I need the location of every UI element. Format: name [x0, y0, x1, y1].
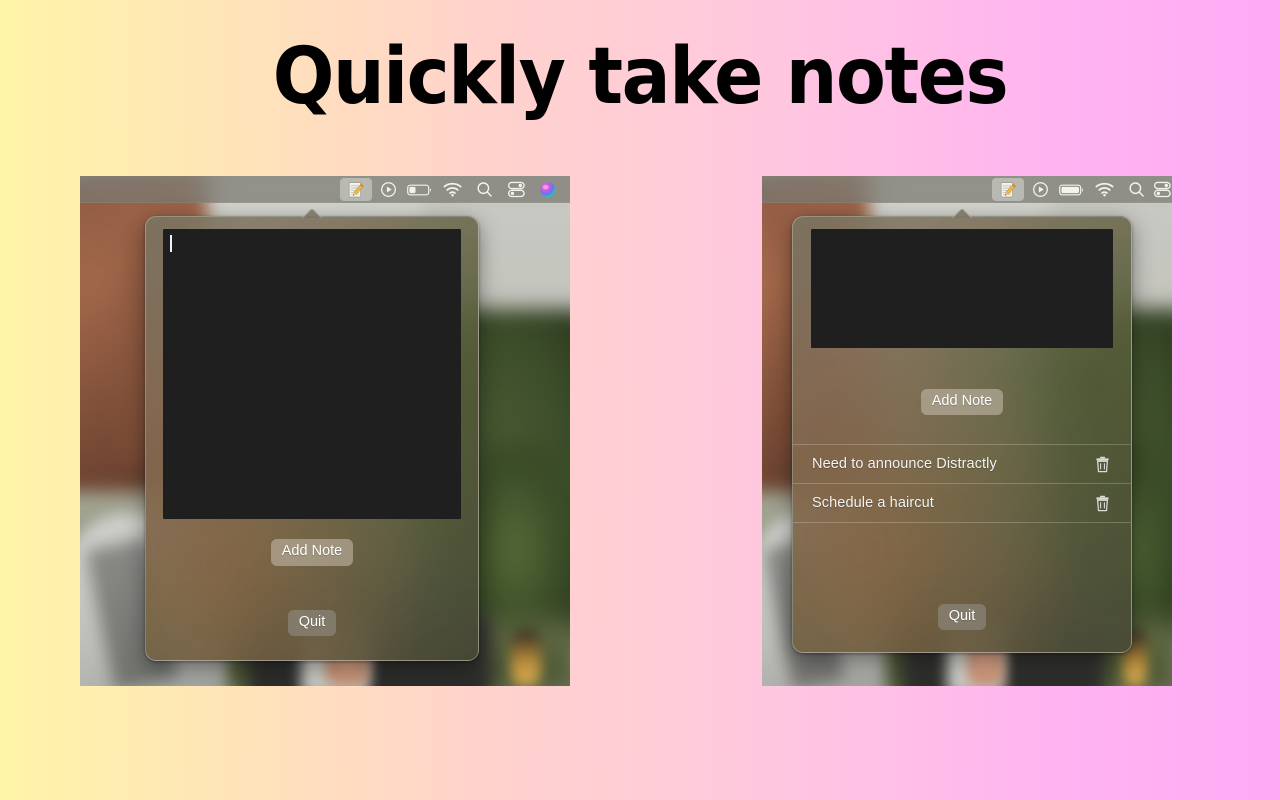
- control-center-icon: [1153, 181, 1172, 198]
- search-icon: [1128, 181, 1145, 198]
- play-circle-icon: [1032, 181, 1049, 198]
- add-note-button[interactable]: Add Note: [920, 389, 1004, 416]
- notes-list: Need to announce Distractly Schedule a h…: [793, 444, 1131, 524]
- add-note-button[interactable]: Add Note: [270, 539, 354, 566]
- page-title: Quickly take notes: [272, 32, 1009, 122]
- quit-button[interactable]: Quit: [937, 603, 987, 630]
- menubar-search-item[interactable]: [468, 178, 500, 201]
- wifi-icon: [1095, 182, 1114, 197]
- menubar-battery-item[interactable]: [404, 178, 436, 201]
- menubar-wifi-item[interactable]: [436, 178, 468, 201]
- notes-pencil-icon: [999, 181, 1017, 199]
- menubar-siri-item[interactable]: [532, 178, 564, 201]
- notes-popover-right: Add Note Need to announce Distractly Sch…: [792, 208, 1132, 653]
- battery-icon: [1059, 183, 1085, 197]
- macos-menu-bar-left: [80, 176, 570, 203]
- menubar-control-center-item[interactable]: [500, 178, 532, 201]
- menubar-search-item[interactable]: [1120, 178, 1152, 201]
- note-list-item[interactable]: Schedule a haircut: [793, 484, 1131, 524]
- wifi-icon: [443, 182, 462, 197]
- control-center-icon: [507, 181, 526, 198]
- macos-menu-bar-right: [762, 176, 1172, 203]
- menubar-notes-pencil-item[interactable]: [992, 178, 1024, 201]
- search-icon: [476, 181, 493, 198]
- trash-icon[interactable]: [1093, 454, 1111, 474]
- notes-pencil-icon: [347, 181, 365, 199]
- note-item-text: Schedule a haircut: [812, 495, 934, 512]
- battery-icon: [407, 183, 433, 197]
- menubar-now-playing-item[interactable]: [1024, 178, 1056, 201]
- menubar-now-playing-item[interactable]: [372, 178, 404, 201]
- note-item-text: Need to announce Distractly: [812, 456, 997, 473]
- note-text-input[interactable]: [811, 229, 1113, 348]
- menubar-wifi-item[interactable]: [1088, 178, 1120, 201]
- note-text-input[interactable]: [163, 229, 461, 519]
- menubar-notes-pencil-item[interactable]: [340, 178, 372, 201]
- menubar-battery-item[interactable]: [1056, 178, 1088, 201]
- menubar-control-center-item[interactable]: [1152, 178, 1172, 201]
- notes-popover-left: Add Note Quit: [145, 208, 479, 661]
- note-list-item[interactable]: Need to announce Distractly: [793, 445, 1131, 485]
- trash-icon[interactable]: [1093, 493, 1111, 513]
- screenshot-right: Add Note Need to announce Distractly Sch…: [762, 176, 1172, 686]
- screenshot-left: Add Note Quit: [80, 176, 570, 686]
- play-circle-icon: [380, 181, 397, 198]
- siri-icon: [539, 181, 557, 199]
- quit-button[interactable]: Quit: [287, 609, 337, 636]
- text-caret: [170, 235, 172, 252]
